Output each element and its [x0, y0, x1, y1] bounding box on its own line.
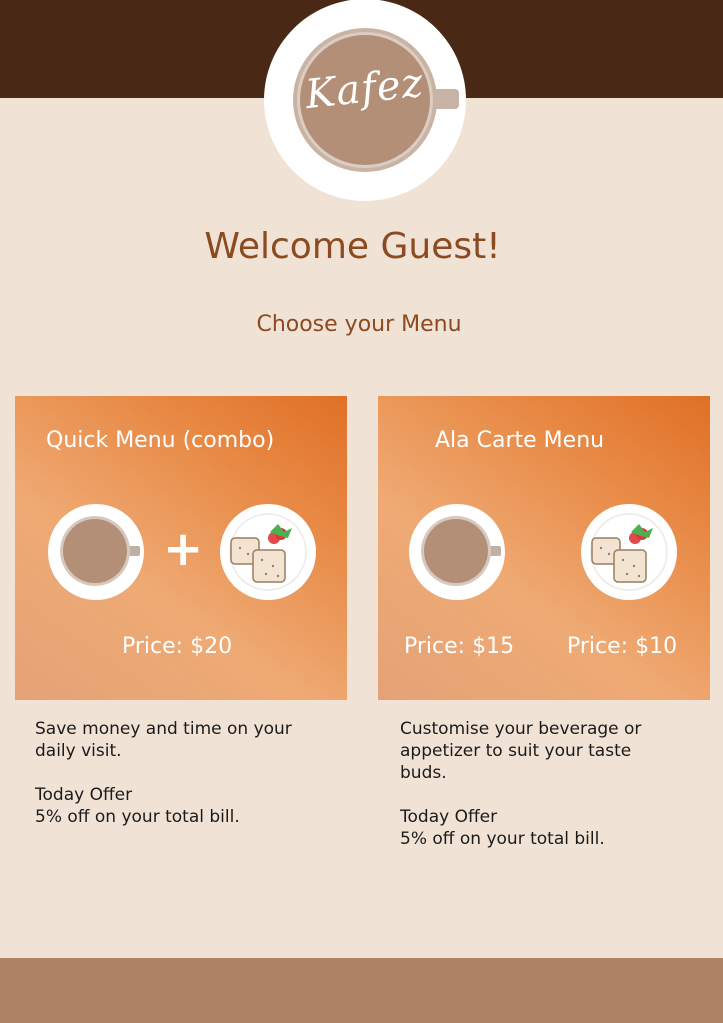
ala-carte-menu-title: Ala Carte Menu [435, 428, 605, 453]
coffee-cup-icon[interactable] [407, 502, 507, 602]
page-subtitle: Choose your Menu [256, 312, 462, 337]
quick-menu-card[interactable]: Quick Menu (combo) + Price: $20 [15, 396, 347, 700]
appetizer-price: Price: $10 [567, 634, 678, 659]
ala-carte-description: Customise your beverage or appetizer to … [400, 718, 670, 850]
quick-menu-desc-text: Save money and time on your daily visit. [35, 719, 292, 761]
ala-carte-offer-title: Today Offer [400, 807, 498, 827]
quick-menu-price: Price: $20 [122, 634, 233, 659]
beverage-price: Price: $15 [404, 634, 515, 659]
coffee-cup-icon [48, 504, 144, 600]
footer-bar [0, 958, 723, 1023]
ala-carte-desc-text: Customise your beverage or appetizer to … [400, 719, 642, 783]
quick-menu-offer-text: 5% off on your total bill. [35, 807, 240, 827]
plus-sign: + [163, 521, 204, 577]
ala-carte-menu-card[interactable]: Ala Carte Menu Price: $15 Price: $10 [378, 396, 710, 700]
toast-plate-icon[interactable] [579, 502, 679, 602]
page-title: Welcome Guest! [204, 226, 501, 267]
quick-menu-offer-title: Today Offer [35, 785, 133, 805]
quick-menu-description: Save money and time on your daily visit.… [35, 718, 325, 828]
toast-plate-icon [220, 504, 316, 600]
quick-menu-title: Quick Menu (combo) [46, 428, 275, 453]
ala-carte-offer-text: 5% off on your total bill. [400, 829, 605, 849]
